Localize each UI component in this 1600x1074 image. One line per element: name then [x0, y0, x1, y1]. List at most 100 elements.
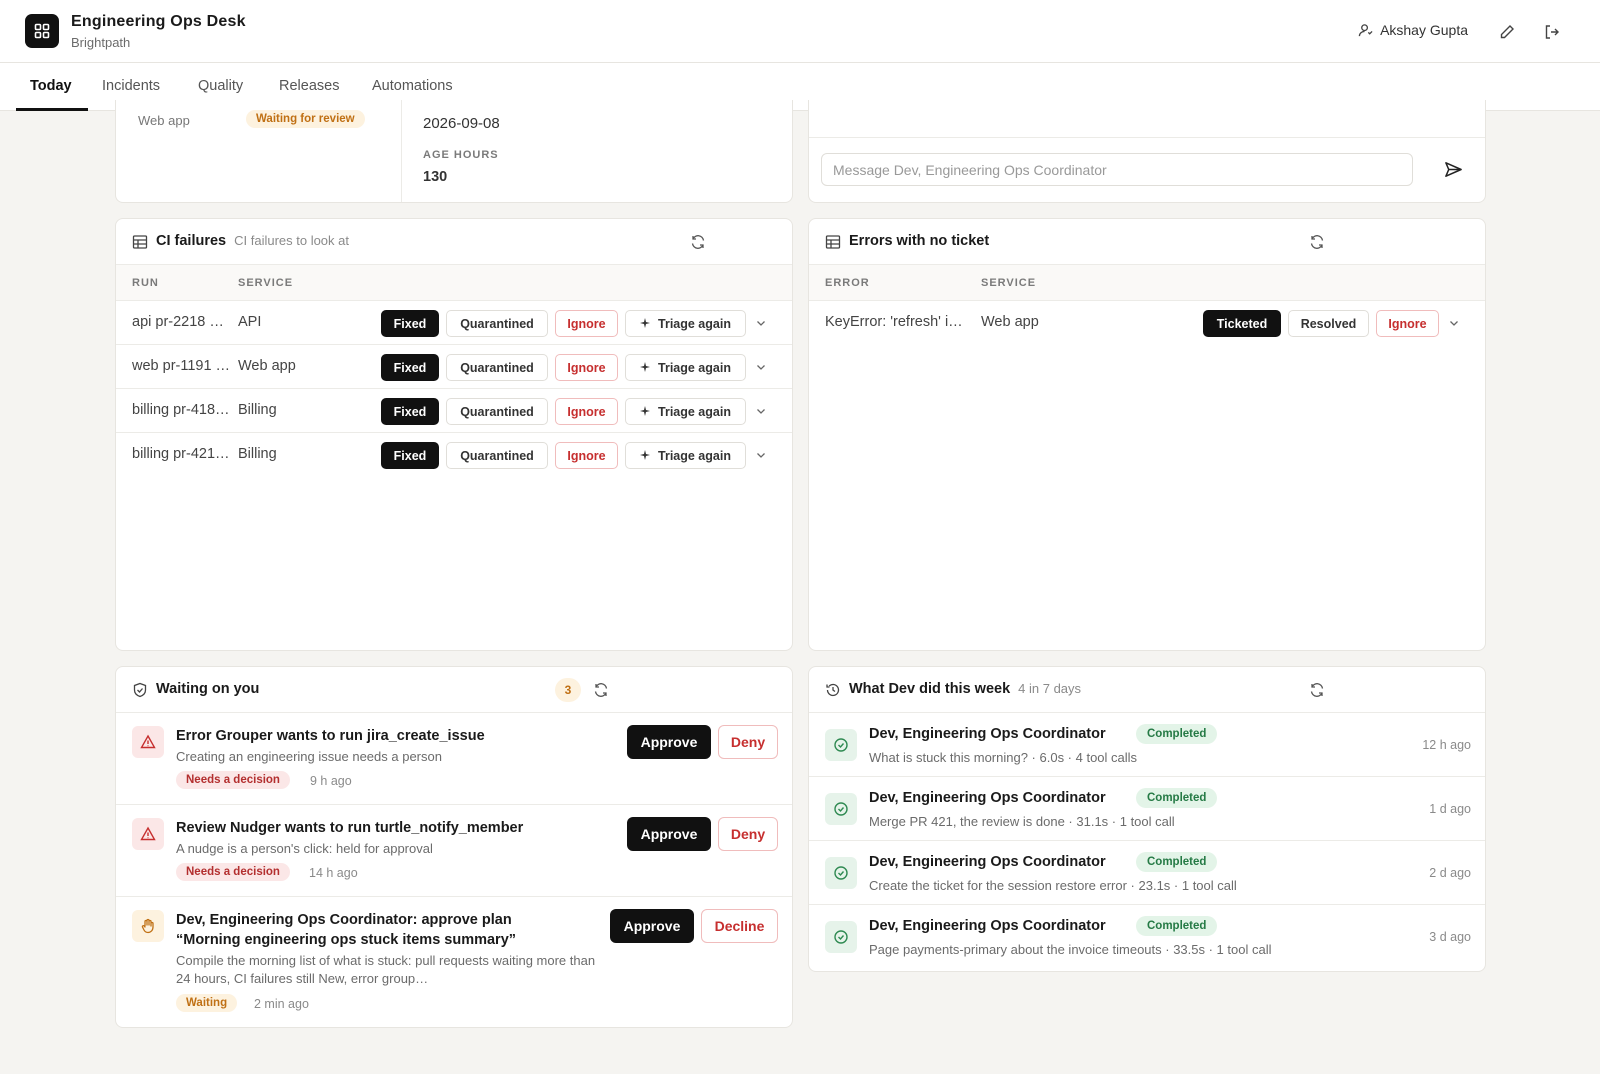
activity-card: What Dev did this week 4 in 7 days Dev, E…	[808, 666, 1486, 972]
fixed-button[interactable]: Fixed	[381, 398, 439, 425]
activity-item[interactable]: Dev, Engineering Ops Coordinator Complet…	[809, 777, 1485, 841]
sparkle-icon	[640, 361, 652, 374]
user-menu[interactable]: Akshay Gupta	[1358, 22, 1468, 38]
history-icon	[826, 683, 840, 697]
run-cell: billing pr-418…	[132, 402, 230, 418]
age-hours-value: 130	[423, 169, 448, 185]
check-circle-icon	[825, 729, 857, 761]
approval-item: Review Nudger wants to run turtle_notify…	[116, 805, 792, 897]
resolved-button[interactable]: Resolved	[1288, 310, 1369, 337]
column-error: ERROR	[825, 277, 870, 289]
approval-item: Dev, Engineering Ops Coordinator: approv…	[116, 897, 792, 1027]
status-badge: Waiting	[176, 994, 238, 1012]
tab-quality[interactable]: Quality	[198, 78, 243, 94]
review-service: Web app	[138, 113, 190, 128]
review-detail-card: Web app Waiting for review 2026-09-08 AG…	[115, 100, 793, 203]
quarantined-button[interactable]: Quarantined	[446, 354, 548, 381]
triage-again-button[interactable]: Triage again	[625, 354, 746, 381]
table-row: billing pr-418… Billing Fixed Quarantine…	[116, 389, 792, 433]
run-cell: web pr-1191 …	[132, 358, 231, 374]
ci-failures-header: CI failures CI failures to look at	[116, 219, 792, 265]
ignore-button[interactable]: Ignore	[555, 310, 618, 337]
status-badge: Completed	[1136, 788, 1218, 808]
waiting-title: Waiting on you	[156, 681, 260, 697]
edit-icon[interactable]	[1497, 22, 1517, 42]
chevron-down-icon[interactable]	[755, 405, 767, 417]
quarantined-button[interactable]: Quarantined	[446, 442, 548, 469]
status-badge: Completed	[1136, 852, 1218, 872]
status-badge: Needs a decision	[176, 771, 290, 789]
decline-button[interactable]: Decline	[701, 909, 778, 943]
active-tab-indicator	[16, 108, 88, 111]
check-circle-icon	[825, 921, 857, 953]
run-cell: api pr-2218 …	[132, 314, 224, 330]
activity-time: 3 d ago	[1429, 930, 1471, 944]
activity-agent: Dev, Engineering Ops Coordinator	[869, 854, 1106, 870]
ignore-button[interactable]: Ignore	[555, 398, 618, 425]
triage-again-button[interactable]: Triage again	[625, 398, 746, 425]
fixed-button[interactable]: Fixed	[381, 442, 439, 469]
deny-button[interactable]: Deny	[718, 725, 778, 759]
check-circle-icon	[825, 857, 857, 889]
table-row: billing pr-421… Billing Fixed Quarantine…	[116, 433, 792, 477]
sparkle-icon	[640, 317, 652, 330]
sparkle-icon	[640, 449, 652, 462]
activity-description: What is stuck this morning? · 6.0s · 4 t…	[869, 750, 1138, 765]
warning-icon	[132, 818, 164, 850]
chat-input[interactable]: Message Dev, Engineering Ops Coordinator	[821, 153, 1413, 186]
approval-title: Error Grouper wants to run jira_create_i…	[176, 728, 485, 744]
tab-automations[interactable]: Automations	[372, 78, 453, 94]
waiting-count-badge: 3	[555, 678, 581, 702]
ticketed-button[interactable]: Ticketed	[1203, 310, 1281, 337]
approve-button[interactable]: Approve	[627, 725, 711, 759]
triage-again-button[interactable]: Triage again	[625, 442, 746, 469]
fixed-button[interactable]: Fixed	[381, 310, 439, 337]
quarantined-button[interactable]: Quarantined	[446, 398, 548, 425]
ignore-button[interactable]: Ignore	[1376, 310, 1439, 337]
app-title: Engineering Ops Desk	[71, 13, 246, 30]
activity-header: What Dev did this week 4 in 7 days	[809, 667, 1485, 713]
approve-button[interactable]: Approve	[627, 817, 711, 851]
ignore-button[interactable]: Ignore	[555, 354, 618, 381]
activity-item[interactable]: Dev, Engineering Ops Coordinator Complet…	[809, 905, 1485, 969]
fixed-button[interactable]: Fixed	[381, 354, 439, 381]
tab-today[interactable]: Today	[30, 78, 72, 94]
approve-button[interactable]: Approve	[610, 909, 694, 943]
chevron-down-icon[interactable]	[755, 361, 767, 373]
chevron-down-icon[interactable]	[755, 449, 767, 461]
activity-item[interactable]: Dev, Engineering Ops Coordinator Complet…	[809, 841, 1485, 905]
send-icon[interactable]	[1444, 160, 1463, 184]
column-divider	[401, 100, 402, 202]
chat-card: Message Dev, Engineering Ops Coordinator	[808, 100, 1486, 203]
service-cell: Web app	[238, 358, 296, 374]
refresh-icon[interactable]	[1309, 682, 1325, 698]
triage-again-button[interactable]: Triage again	[625, 310, 746, 337]
status-badge: Completed	[1136, 916, 1218, 936]
quarantined-button[interactable]: Quarantined	[446, 310, 548, 337]
chat-divider	[809, 137, 1485, 138]
table-row: api pr-2218 … API Fixed Quarantined Igno…	[116, 301, 792, 345]
deny-button[interactable]: Deny	[718, 817, 778, 851]
ci-failures-card: CI failures CI failures to look at RUN SE…	[115, 218, 793, 651]
org-name: Brightpath	[71, 35, 131, 50]
refresh-icon[interactable]	[1309, 234, 1325, 250]
activity-time: 12 h ago	[1422, 738, 1471, 752]
activity-title: What Dev did this week 4 in 7 days	[849, 681, 1082, 697]
chevron-down-icon[interactable]	[1448, 317, 1460, 329]
chevron-down-icon[interactable]	[755, 317, 767, 329]
review-status-badge: Waiting for review	[246, 110, 365, 128]
waiting-header: Waiting on you 3	[116, 667, 792, 713]
refresh-icon[interactable]	[690, 234, 706, 250]
logout-icon[interactable]	[1542, 22, 1562, 42]
activity-item[interactable]: Dev, Engineering Ops Coordinator Complet…	[809, 713, 1485, 777]
errors-card: Errors with no ticket ERROR SERVICE KeyE…	[808, 218, 1486, 651]
user-name: Akshay Gupta	[1380, 22, 1468, 38]
errors-table-header: ERROR SERVICE	[809, 265, 1485, 301]
tab-releases[interactable]: Releases	[279, 78, 339, 94]
run-cell: billing pr-421…	[132, 446, 230, 462]
refresh-icon[interactable]	[593, 682, 609, 698]
activity-subtitle: 4 in 7 days	[1018, 681, 1082, 696]
tab-incidents[interactable]: Incidents	[102, 78, 160, 94]
ignore-button[interactable]: Ignore	[555, 442, 618, 469]
activity-agent: Dev, Engineering Ops Coordinator	[869, 918, 1106, 934]
